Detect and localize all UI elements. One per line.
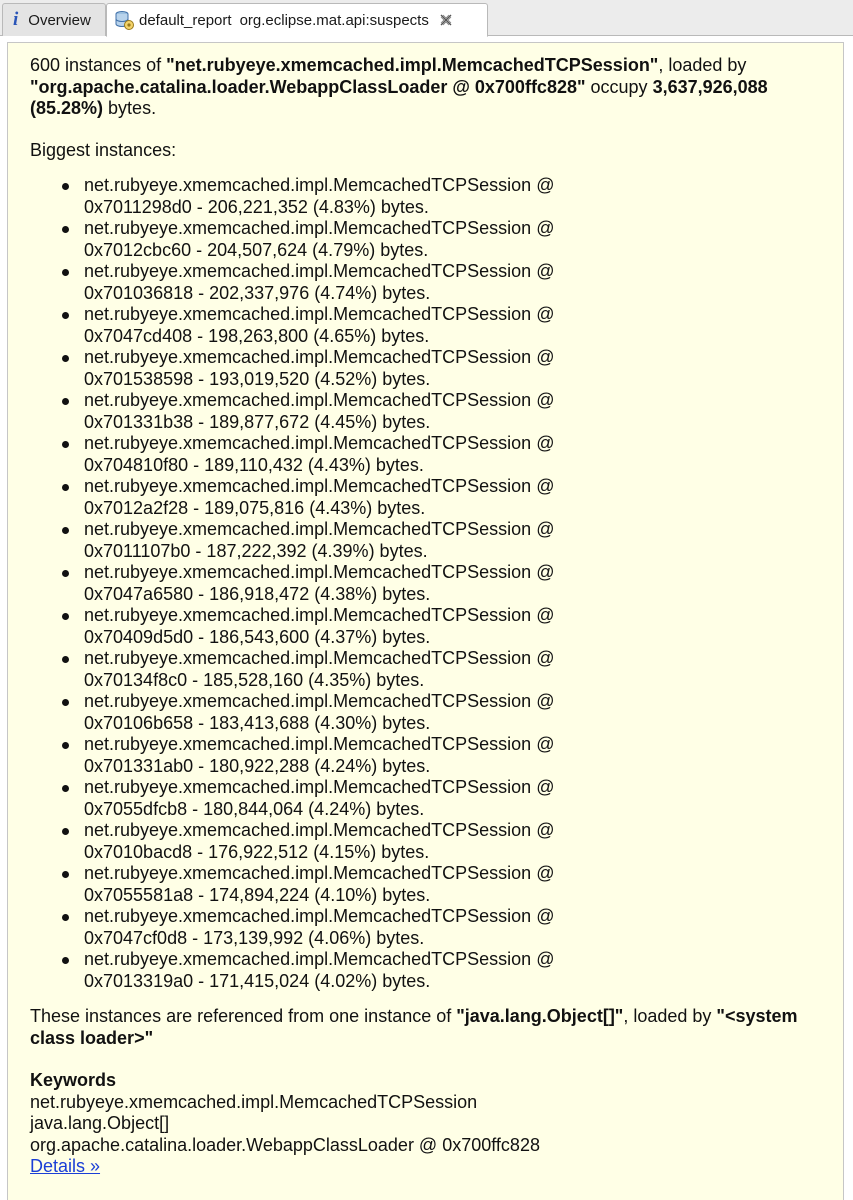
instance-detail: 0x701036818 - 202,337,976 (4.74%) bytes. xyxy=(84,282,431,303)
instance-detail: 0x7010bacd8 - 176,922,512 (4.15%) bytes. xyxy=(84,841,430,862)
instance-class: net.rubyeye.xmemcached.impl.MemcachedTCP… xyxy=(84,691,555,711)
instance-list-item: net.rubyeye.xmemcached.impl.MemcachedTCP… xyxy=(30,691,640,734)
instance-class: net.rubyeye.xmemcached.impl.MemcachedTCP… xyxy=(84,820,555,840)
instance-detail: 0x7047cf0d8 - 173,139,992 (4.06%) bytes. xyxy=(84,927,425,948)
editor-tab-bar: i Overview default_report org.eclipse.ma… xyxy=(0,0,853,37)
instance-list-item: net.rubyeye.xmemcached.impl.MemcachedTCP… xyxy=(30,347,640,390)
instance-detail: 0x701331b38 - 189,877,672 (4.45%) bytes. xyxy=(84,411,431,432)
instance-detail: 0x701331ab0 - 180,922,288 (4.24%) bytes. xyxy=(84,755,431,776)
instance-detail: 0x7047a6580 - 186,918,472 (4.38%) bytes. xyxy=(84,583,431,604)
instance-detail: 0x7047cd408 - 198,263,800 (4.65%) bytes. xyxy=(84,325,430,346)
instance-class: net.rubyeye.xmemcached.impl.MemcachedTCP… xyxy=(84,863,555,883)
instance-detail: 0x70134f8c0 - 185,528,160 (4.35%) bytes. xyxy=(84,669,425,690)
tab-default-report[interactable]: default_report org.eclipse.mat.api:suspe… xyxy=(106,3,488,37)
close-icon[interactable] xyxy=(439,13,453,27)
instance-detail: 0x7055581a8 - 174,894,224 (4.10%) bytes. xyxy=(84,884,431,905)
instance-list-item: net.rubyeye.xmemcached.impl.MemcachedTCP… xyxy=(30,562,640,605)
instance-list-item: net.rubyeye.xmemcached.impl.MemcachedTCP… xyxy=(30,390,640,433)
details-link[interactable]: Details » xyxy=(30,1156,100,1176)
summary-loader-name: "org.apache.catalina.loader.WebappClassL… xyxy=(30,76,586,97)
instance-class: net.rubyeye.xmemcached.impl.MemcachedTCP… xyxy=(84,648,555,668)
instance-list-item: net.rubyeye.xmemcached.impl.MemcachedTCP… xyxy=(30,648,640,691)
instance-detail: 0x70106b658 - 183,413,688 (4.30%) bytes. xyxy=(84,712,431,733)
instance-list-item: net.rubyeye.xmemcached.impl.MemcachedTCP… xyxy=(30,218,640,261)
instance-list-item: net.rubyeye.xmemcached.impl.MemcachedTCP… xyxy=(30,519,640,562)
instance-list-item: net.rubyeye.xmemcached.impl.MemcachedTCP… xyxy=(30,777,640,820)
instance-class: net.rubyeye.xmemcached.impl.MemcachedTCP… xyxy=(84,390,555,410)
instance-class: net.rubyeye.xmemcached.impl.MemcachedTCP… xyxy=(84,605,555,625)
instance-list-item: net.rubyeye.xmemcached.impl.MemcachedTCP… xyxy=(30,863,640,906)
suspect-description: 600 instances of "net.rubyeye.xmemcached… xyxy=(30,55,830,1178)
instance-class: net.rubyeye.xmemcached.impl.MemcachedTCP… xyxy=(84,175,555,195)
instance-class: net.rubyeye.xmemcached.impl.MemcachedTCP… xyxy=(84,906,555,926)
summary-loaded-by-text: , loaded by xyxy=(658,55,747,75)
keyword-item: net.rubyeye.xmemcached.impl.MemcachedTCP… xyxy=(30,1091,478,1112)
keyword-item: org.apache.catalina.loader.WebappClassLo… xyxy=(30,1134,540,1155)
instance-class: net.rubyeye.xmemcached.impl.MemcachedTCP… xyxy=(84,476,555,496)
references-paragraph: These instances are referenced from one … xyxy=(30,1006,830,1049)
instance-class: net.rubyeye.xmemcached.impl.MemcachedTCP… xyxy=(84,218,555,238)
instance-list-item: net.rubyeye.xmemcached.impl.MemcachedTCP… xyxy=(30,476,640,519)
summary-bytes-text: bytes. xyxy=(103,98,157,118)
tab-report-title: default_report xyxy=(139,11,232,29)
instance-class: net.rubyeye.xmemcached.impl.MemcachedTCP… xyxy=(84,777,555,797)
keywords-title: Keywords xyxy=(30,1070,117,1090)
instance-list-item: net.rubyeye.xmemcached.impl.MemcachedTCP… xyxy=(30,304,640,347)
summary-occupy-text: occupy xyxy=(585,76,653,97)
instance-list-item: net.rubyeye.xmemcached.impl.MemcachedTCP… xyxy=(30,175,640,218)
summary-count-text: 600 instances of xyxy=(30,55,167,75)
instance-list-item: net.rubyeye.xmemcached.impl.MemcachedTCP… xyxy=(30,820,640,863)
info-icon: i xyxy=(13,9,19,30)
instance-list-item: net.rubyeye.xmemcached.impl.MemcachedTCP… xyxy=(30,734,640,777)
instance-class: net.rubyeye.xmemcached.impl.MemcachedTCP… xyxy=(84,433,555,453)
tab-report-subtitle: org.eclipse.mat.api:suspects xyxy=(239,11,429,29)
referrer-class: "java.lang.Object[]" xyxy=(456,1006,624,1026)
biggest-instances-heading: Biggest instances: xyxy=(30,139,177,160)
instance-detail: 0x7012a2f28 - 189,075,816 (4.43%) bytes. xyxy=(84,497,426,518)
instance-list-item: net.rubyeye.xmemcached.impl.MemcachedTCP… xyxy=(30,261,640,304)
instance-class: net.rubyeye.xmemcached.impl.MemcachedTCP… xyxy=(84,261,555,281)
instance-class: net.rubyeye.xmemcached.impl.MemcachedTCP… xyxy=(84,734,555,754)
instance-detail: 0x704810f80 - 189,110,432 (4.43%) bytes. xyxy=(84,454,424,475)
references-loaded-by-text: , loaded by xyxy=(623,1006,717,1026)
keyword-item: java.lang.Object[] xyxy=(30,1113,170,1133)
instance-list-item: net.rubyeye.xmemcached.impl.MemcachedTCP… xyxy=(30,906,640,949)
instance-detail: 0x701538598 - 193,019,520 (4.52%) bytes. xyxy=(84,368,431,389)
instance-list-item: net.rubyeye.xmemcached.impl.MemcachedTCP… xyxy=(30,433,640,476)
instance-class: net.rubyeye.xmemcached.impl.MemcachedTCP… xyxy=(84,949,555,969)
instance-detail: 0x7013319a0 - 171,415,024 (4.02%) bytes. xyxy=(84,970,431,991)
instance-list-item: net.rubyeye.xmemcached.impl.MemcachedTCP… xyxy=(30,605,640,648)
instance-detail: 0x7011298d0 - 206,221,352 (4.83%) bytes. xyxy=(84,196,429,217)
references-prefix: These instances are referenced from one … xyxy=(30,1006,457,1026)
suspect-description-panel: 600 instances of "net.rubyeye.xmemcached… xyxy=(7,42,844,1200)
instance-class: net.rubyeye.xmemcached.impl.MemcachedTCP… xyxy=(84,562,555,582)
instance-detail: 0x7011107b0 - 187,222,392 (4.39%) bytes. xyxy=(84,540,428,561)
summary-paragraph: 600 instances of "net.rubyeye.xmemcached… xyxy=(30,55,830,120)
instance-detail: 0x7012cbc60 - 204,507,624 (4.79%) bytes. xyxy=(84,239,429,260)
instance-class: net.rubyeye.xmemcached.impl.MemcachedTCP… xyxy=(84,304,555,324)
summary-class-name: "net.rubyeye.xmemcached.impl.MemcachedTC… xyxy=(166,55,659,75)
instance-class: net.rubyeye.xmemcached.impl.MemcachedTCP… xyxy=(84,347,555,367)
instance-detail: 0x70409d5d0 - 186,543,600 (4.37%) bytes. xyxy=(84,626,431,647)
report-icon xyxy=(115,11,134,30)
tab-overview[interactable]: i Overview xyxy=(2,3,106,36)
tab-overview-label: Overview xyxy=(28,11,91,29)
instance-class: net.rubyeye.xmemcached.impl.MemcachedTCP… xyxy=(84,519,555,539)
instance-detail: 0x7055dfcb8 - 180,844,064 (4.24%) bytes. xyxy=(84,798,425,819)
biggest-instances-list: net.rubyeye.xmemcached.impl.MemcachedTCP… xyxy=(30,175,830,992)
instance-list-item: net.rubyeye.xmemcached.impl.MemcachedTCP… xyxy=(30,949,640,992)
